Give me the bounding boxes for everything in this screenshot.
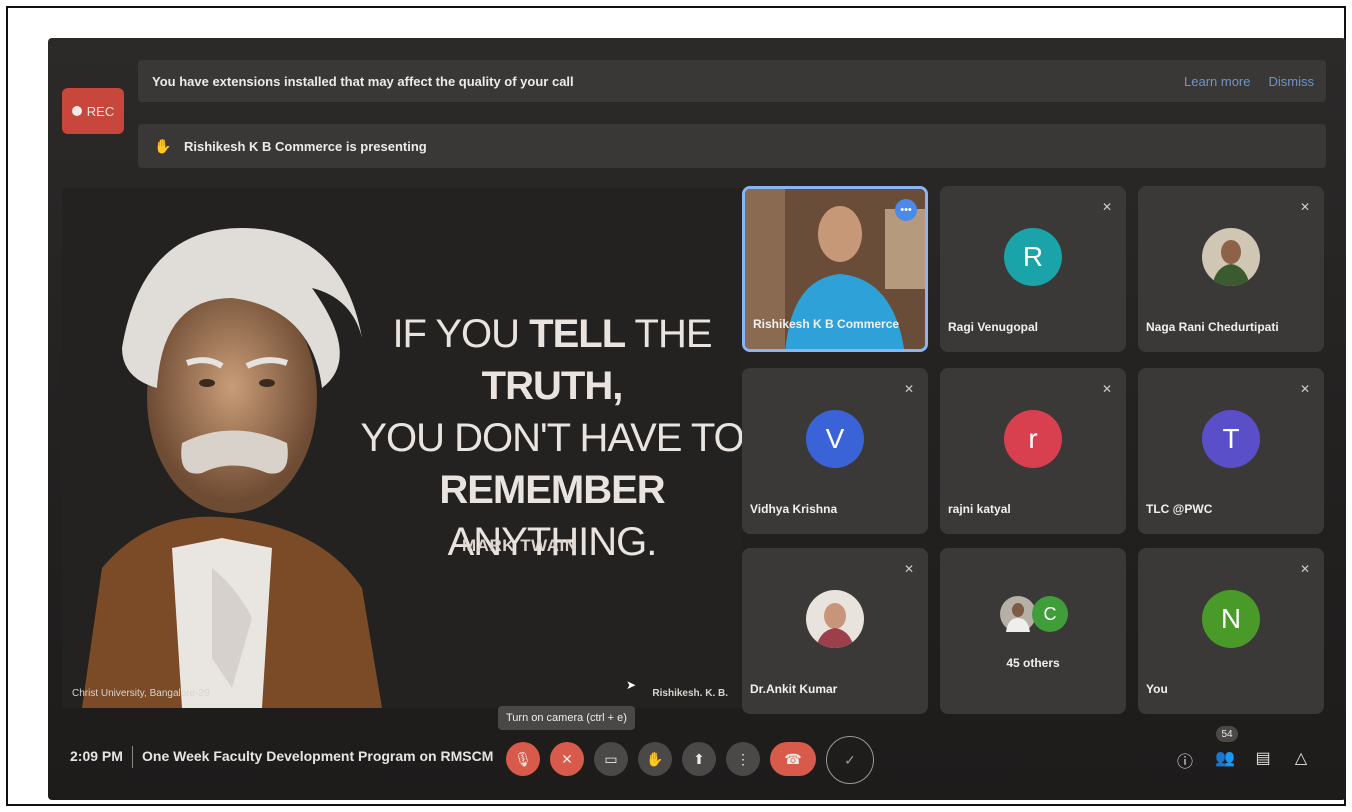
mic-off-icon: ✕ xyxy=(1299,200,1311,214)
quote-line1-bold2: TRUTH, xyxy=(481,364,624,408)
mic-toggle-button[interactable]: 🎙 xyxy=(506,742,540,776)
quote-line1-bold: TELL xyxy=(529,312,626,356)
participant-tile[interactable]: ✕ Dr.Ankit Kumar xyxy=(742,548,928,714)
mic-off-icon: ✕ xyxy=(1299,382,1311,396)
dismiss-button[interactable]: Dismiss xyxy=(1269,74,1315,89)
participant-tile[interactable]: ✕ r rajni katyal xyxy=(940,368,1126,534)
participant-avatar: r xyxy=(1004,410,1062,468)
slide-footer-right: Rishikesh. K. B. xyxy=(652,688,728,699)
participant-avatar: N xyxy=(1202,590,1260,648)
mic-off-icon: ✕ xyxy=(1299,562,1311,576)
divider xyxy=(132,746,133,768)
mouse-cursor-icon: ➤ xyxy=(626,678,637,692)
participant-photo xyxy=(1000,596,1036,632)
participant-tile[interactable]: ✕ R Ragi Venugopal xyxy=(940,186,1126,352)
slide-footer-left: Christ University, Bangalore-29 xyxy=(72,688,210,699)
meeting-details-icon[interactable]: ⓘ xyxy=(1174,748,1196,772)
participant-name: Vidhya Krishna xyxy=(750,502,838,516)
participant-tile[interactable]: ✕ T TLC @PWC xyxy=(1138,368,1324,534)
mic-off-icon: ✕ xyxy=(903,382,915,396)
meeting-title: One Week Faculty Development Program on … xyxy=(142,748,494,764)
extensions-message: You have extensions installed that may a… xyxy=(152,73,574,89)
camera-tooltip: Turn on camera (ctrl + e) xyxy=(498,706,635,730)
quote-line2: YOU DON'T HAVE TO xyxy=(360,416,742,460)
participant-avatar: R xyxy=(1004,228,1062,286)
quote-author: MARK TWAIN xyxy=(462,536,578,555)
quote-line1-part2: THE xyxy=(625,312,713,356)
leave-call-button[interactable]: ☎ xyxy=(770,742,816,776)
present-screen-button[interactable]: ⬆ xyxy=(682,742,716,776)
others-count: 45 others xyxy=(1006,656,1060,670)
meet-window: REC You have extensions installed that m… xyxy=(48,38,1346,800)
mic-off-icon: ✕ xyxy=(903,562,915,576)
more-options-icon[interactable]: ••• xyxy=(895,199,917,221)
recording-indicator: REC xyxy=(62,88,124,134)
presenter-avatar-icon: ✋ xyxy=(154,138,172,154)
participant-name: rajni katyal xyxy=(948,502,1011,516)
raise-hand-button[interactable]: ✋ xyxy=(638,742,672,776)
participant-tile-you[interactable]: ✕ N You xyxy=(1138,548,1324,714)
more-options-button[interactable]: ⋮ xyxy=(726,742,760,776)
photo-frame: REC You have extensions installed that m… xyxy=(6,6,1346,806)
participant-name: TLC @PWC xyxy=(1146,502,1213,516)
quote-line3-bold: REMEMBER xyxy=(439,468,665,512)
participant-avatar: T xyxy=(1202,410,1260,468)
participant-name: Ragi Venugopal xyxy=(948,320,1039,334)
chat-icon[interactable]: ▤ xyxy=(1252,748,1274,768)
participant-name: You xyxy=(1146,682,1168,696)
presenting-banner: ✋ Rishikesh K B Commerce is presenting xyxy=(138,124,1326,168)
captions-button[interactable]: ▭ xyxy=(594,742,628,776)
participant-tile[interactable]: ✕ V Vidhya Krishna xyxy=(742,368,928,534)
participant-photo xyxy=(1202,228,1260,286)
mic-off-icon: ✕ xyxy=(1101,382,1113,396)
participant-name: Naga Rani Chedurtipati xyxy=(1146,320,1279,334)
participant-avatar: C xyxy=(1032,596,1068,632)
participant-tile[interactable]: ✕ Naga Rani Chedurtipati xyxy=(1138,186,1324,352)
participant-tile-others[interactable]: C 45 others xyxy=(940,548,1126,714)
slide-quote: IF YOU TELL THE TRUTH, YOU DON'T HAVE TO… xyxy=(352,308,742,568)
participant-photo xyxy=(806,590,864,648)
presenting-text: Rishikesh K B Commerce is presenting xyxy=(184,138,427,154)
participant-count-badge: 54 xyxy=(1216,726,1238,742)
participant-name: Rishikesh K B Commerce xyxy=(753,317,900,331)
record-dot-icon xyxy=(71,106,82,116)
participant-name: Dr.Ankit Kumar xyxy=(750,682,838,696)
learn-more-link[interactable]: Learn more xyxy=(1184,74,1250,89)
participant-tile-rishikesh[interactable]: ••• Rishikesh K B Commerce xyxy=(742,186,928,352)
mic-off-icon: ✕ xyxy=(1101,200,1113,214)
mark-twain-portrait xyxy=(62,188,402,708)
camera-toggle-button[interactable]: ✕ xyxy=(550,742,584,776)
presentation-slide: IF YOU TELL THE TRUTH, YOU DON'T HAVE TO… xyxy=(62,188,742,708)
rec-label: REC xyxy=(86,103,115,119)
people-icon[interactable]: 👥 xyxy=(1214,748,1236,768)
participant-avatar: V xyxy=(806,410,864,468)
activities-icon[interactable]: △ xyxy=(1290,748,1312,768)
extensions-banner: You have extensions installed that may a… xyxy=(138,60,1326,102)
extra-control-button[interactable]: ✓ xyxy=(826,736,874,784)
clock: 2:09 PM xyxy=(70,748,123,764)
quote-line1-part: IF YOU xyxy=(392,312,530,356)
